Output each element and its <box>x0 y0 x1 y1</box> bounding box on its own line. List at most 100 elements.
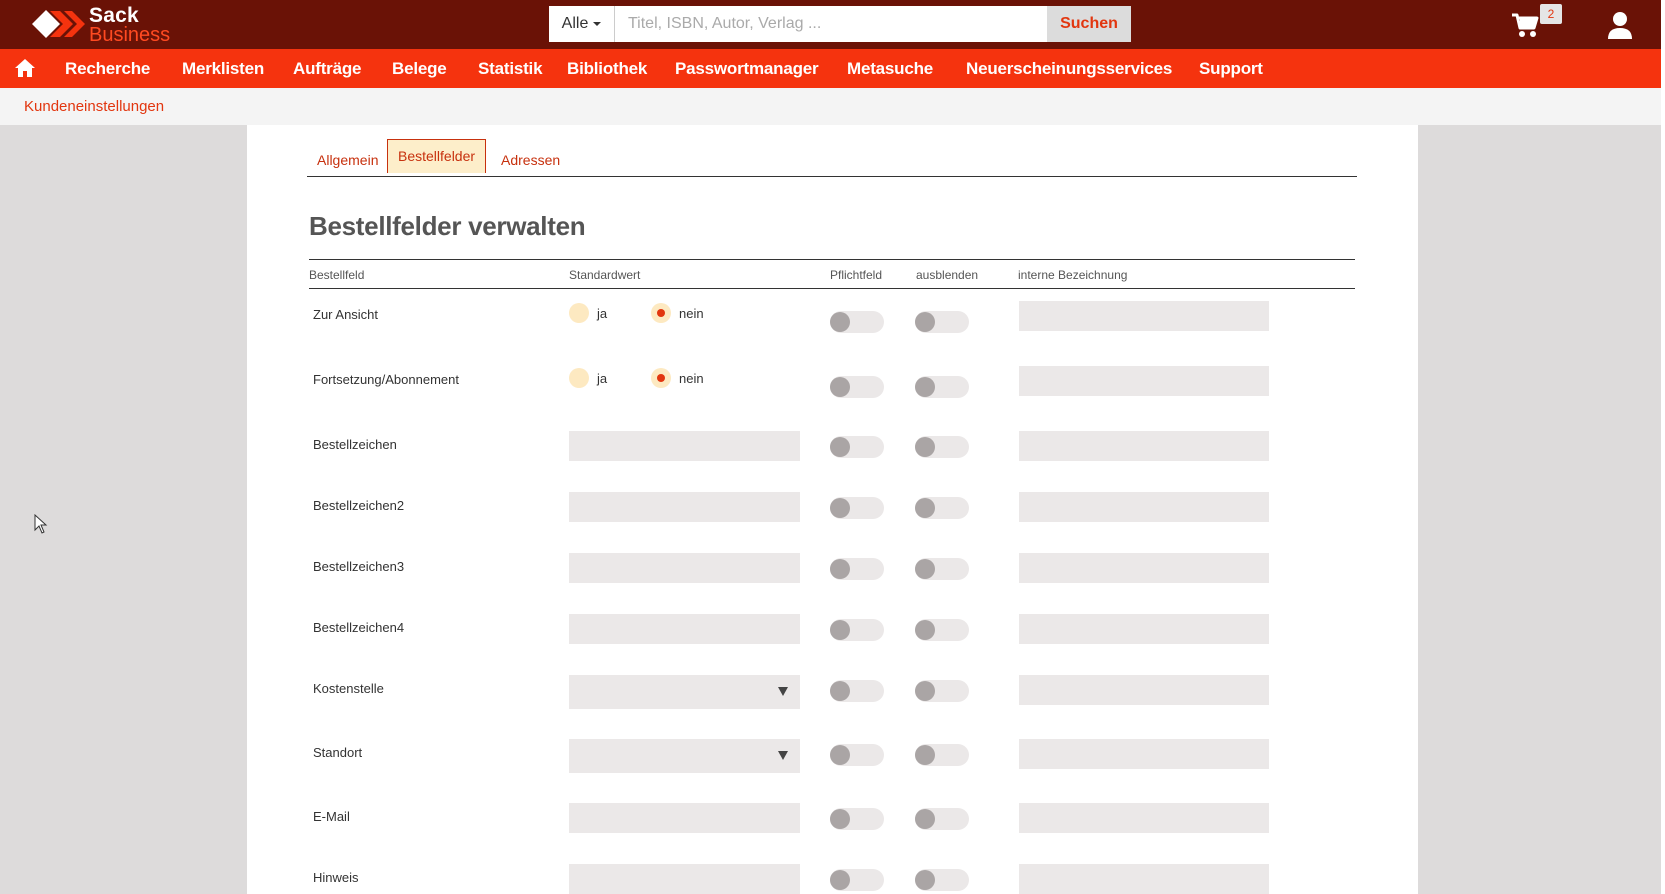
interne-bezeichnung-input[interactable] <box>1019 553 1269 583</box>
nav-item-merklisten[interactable]: Merklisten <box>182 49 264 88</box>
search-bar: Alle Suchen <box>549 6 1131 42</box>
standardwert-input[interactable] <box>569 614 800 644</box>
pflichtfeld-toggle[interactable] <box>830 619 884 641</box>
search-scope-dropdown[interactable]: Alle <box>549 6 615 42</box>
toggle-knob <box>830 745 850 765</box>
toggle-knob <box>830 681 850 701</box>
cart-icon <box>1512 13 1539 37</box>
row-label: Fortsetzung/Abonnement <box>313 372 459 387</box>
standardwert-select[interactable] <box>569 739 800 773</box>
radio-ja[interactable]: ja <box>569 303 607 323</box>
radio-label: nein <box>679 370 704 386</box>
pflichtfeld-toggle[interactable] <box>830 311 884 333</box>
pflichtfeld-toggle[interactable] <box>830 869 884 891</box>
toggle-knob <box>830 620 850 640</box>
standardwert-input[interactable] <box>569 864 800 894</box>
ausblenden-toggle[interactable] <box>915 376 969 398</box>
column-header-pflichtfeld: Pflichtfeld <box>830 268 883 282</box>
pflichtfeld-toggle[interactable] <box>830 558 884 580</box>
column-header-interne-bezeichnung: interne Bezeichnung <box>1018 268 1128 282</box>
radio-ja[interactable]: ja <box>569 368 607 388</box>
interne-bezeichnung-input[interactable] <box>1019 803 1269 833</box>
logo-mark-icon <box>32 10 85 38</box>
ausblenden-toggle[interactable] <box>915 497 969 519</box>
ausblenden-toggle[interactable] <box>915 808 969 830</box>
tab-adressen[interactable]: Adressen <box>491 144 570 177</box>
tab-bestellfelder[interactable]: Bestellfelder <box>387 139 487 173</box>
column-header-standardwert: Standardwert <box>569 268 641 282</box>
pflichtfeld-toggle[interactable] <box>830 808 884 830</box>
ausblenden-toggle[interactable] <box>915 619 969 641</box>
pflichtfeld-toggle[interactable] <box>830 497 884 519</box>
nav-item-neuerscheinungsservices[interactable]: Neuerscheinungsservices <box>966 49 1172 88</box>
search-button[interactable]: Suchen <box>1047 6 1131 42</box>
toggle-knob <box>915 870 935 890</box>
radio-button[interactable] <box>651 303 671 323</box>
nav-item-passwortmanager[interactable]: Passwortmanager <box>675 49 819 88</box>
row-label: Zur Ansicht <box>313 307 379 322</box>
breadcrumb[interactable]: Kundeneinstellungen <box>24 98 164 115</box>
nav-item-recherche[interactable]: Recherche <box>65 49 150 88</box>
interne-bezeichnung-input[interactable] <box>1019 492 1269 522</box>
table-header: Bestellfeld Standardwert Pflichtfeld aus… <box>309 259 1355 289</box>
ausblenden-toggle[interactable] <box>915 558 969 580</box>
standardwert-input[interactable] <box>569 492 800 522</box>
nav-item-auftraege[interactable]: Aufträge <box>293 49 361 88</box>
radio-button[interactable] <box>569 368 589 388</box>
interne-bezeichnung-input[interactable] <box>1019 675 1269 705</box>
tab-allgemein[interactable]: Allgemein <box>307 144 388 177</box>
pflichtfeld-toggle[interactable] <box>830 680 884 702</box>
standardwert-input[interactable] <box>569 553 800 583</box>
radio-button[interactable] <box>651 368 671 388</box>
interne-bezeichnung-input[interactable] <box>1019 301 1269 331</box>
ausblenden-toggle[interactable] <box>915 680 969 702</box>
nav-item-bibliothek[interactable]: Bibliothek <box>567 49 647 88</box>
toggle-knob <box>915 312 935 332</box>
standardwert-input[interactable] <box>569 431 800 461</box>
interne-bezeichnung-input[interactable] <box>1019 431 1269 461</box>
ausblenden-toggle[interactable] <box>915 744 969 766</box>
user-button[interactable] <box>1606 11 1634 41</box>
tab-bar: Allgemein Bestellfelder Adressen <box>307 139 1357 177</box>
standardwert-select[interactable] <box>569 675 800 709</box>
toggle-knob <box>915 559 935 579</box>
toggle-knob <box>915 437 935 457</box>
page-title: Bestellfelder verwalten <box>309 211 586 241</box>
top-bar: Sack Business Alle Suchen 2 <box>0 0 1665 49</box>
toggle-knob <box>915 377 935 397</box>
table-row: Zur Ansicht ja nein <box>309 301 1355 351</box>
radio-nein[interactable]: nein <box>651 368 704 388</box>
pflichtfeld-toggle[interactable] <box>830 436 884 458</box>
interne-bezeichnung-input[interactable] <box>1019 739 1269 769</box>
radio-nein[interactable]: nein <box>651 303 704 323</box>
nav-item-statistik[interactable]: Statistik <box>478 49 543 88</box>
interne-bezeichnung-input[interactable] <box>1019 366 1269 396</box>
nav-item-support[interactable]: Support <box>1199 49 1263 88</box>
mouse-cursor-icon <box>34 513 48 539</box>
page-scrollbar[interactable] <box>1661 0 1665 894</box>
row-label: E-Mail <box>313 809 350 824</box>
radio-button[interactable] <box>569 303 589 323</box>
chevron-down-icon <box>593 22 602 26</box>
ausblenden-toggle[interactable] <box>915 436 969 458</box>
interne-bezeichnung-input[interactable] <box>1019 614 1269 644</box>
interne-bezeichnung-input[interactable] <box>1019 864 1269 894</box>
toggle-knob <box>830 559 850 579</box>
standardwert-input[interactable] <box>569 803 800 833</box>
toggle-knob <box>830 377 850 397</box>
toggle-knob <box>915 809 935 829</box>
table-row: E-Mail <box>309 803 1355 853</box>
pflichtfeld-toggle[interactable] <box>830 376 884 398</box>
ausblenden-toggle[interactable] <box>915 311 969 333</box>
home-button[interactable] <box>14 58 36 78</box>
row-label: Bestellzeichen4 <box>313 620 405 635</box>
ausblenden-toggle[interactable] <box>915 869 969 891</box>
table-row: Bestellzeichen4 <box>309 614 1355 664</box>
search-input[interactable] <box>616 6 1049 42</box>
pflichtfeld-toggle[interactable] <box>830 744 884 766</box>
nav-item-belege[interactable]: Belege <box>392 49 447 88</box>
sack-business-logo[interactable]: Sack Business <box>32 5 192 45</box>
nav-item-metasuche[interactable]: Metasuche <box>847 49 933 88</box>
row-label: Hinweis <box>313 870 359 885</box>
cart-count-badge: 2 <box>1540 4 1562 24</box>
